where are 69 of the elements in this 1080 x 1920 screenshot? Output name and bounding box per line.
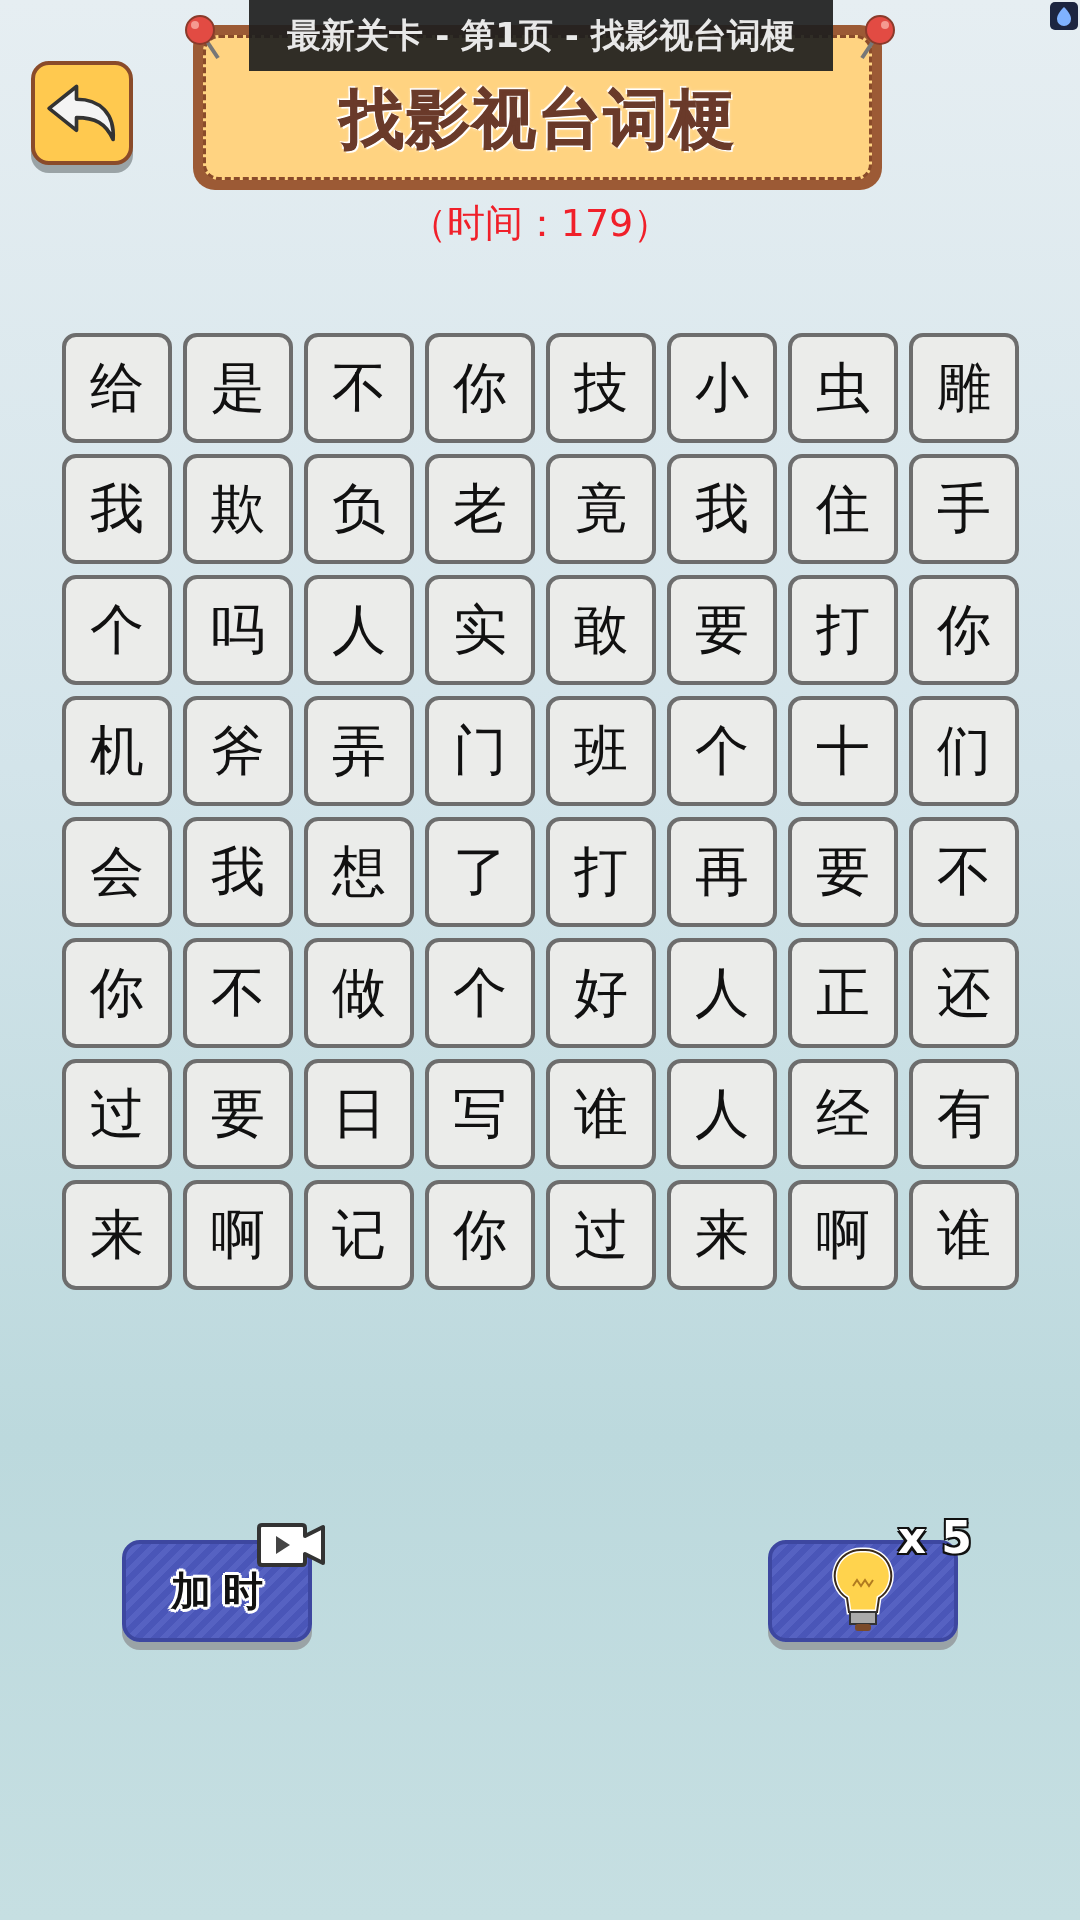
- character-tile[interactable]: 们: [908, 696, 1019, 806]
- character-tile[interactable]: 弄: [303, 696, 414, 806]
- character-tile[interactable]: 给: [61, 333, 172, 443]
- character-tile[interactable]: 雕: [908, 333, 1019, 443]
- character-tile[interactable]: 有: [908, 1059, 1019, 1169]
- character-tile[interactable]: 我: [182, 817, 293, 927]
- character-tile[interactable]: 吗: [182, 575, 293, 685]
- character-tile[interactable]: 还: [908, 938, 1019, 1048]
- character-tile[interactable]: 小: [666, 333, 777, 443]
- app-icon: [1050, 2, 1078, 30]
- character-tile[interactable]: 你: [908, 575, 1019, 685]
- character-tile[interactable]: 我: [61, 454, 172, 564]
- character-tile[interactable]: 谁: [545, 1059, 656, 1169]
- character-tile[interactable]: 手: [908, 454, 1019, 564]
- character-tile[interactable]: 你: [424, 333, 535, 443]
- character-tile[interactable]: 人: [303, 575, 414, 685]
- character-tile[interactable]: 班: [545, 696, 656, 806]
- character-tile[interactable]: 是: [182, 333, 293, 443]
- character-tile[interactable]: 不: [908, 817, 1019, 927]
- character-tile[interactable]: 个: [424, 938, 535, 1048]
- timer-text: （时间：179）: [408, 200, 672, 247]
- character-tile[interactable]: 记: [303, 1180, 414, 1290]
- character-tile[interactable]: 不: [303, 333, 414, 443]
- character-tile[interactable]: 会: [61, 817, 172, 927]
- character-tile[interactable]: 再: [666, 817, 777, 927]
- character-tile[interactable]: 你: [61, 938, 172, 1048]
- character-tile[interactable]: 个: [61, 575, 172, 685]
- character-tile[interactable]: 老: [424, 454, 535, 564]
- character-tile[interactable]: 斧: [182, 696, 293, 806]
- character-tile[interactable]: 来: [666, 1180, 777, 1290]
- character-tile[interactable]: 想: [303, 817, 414, 927]
- character-tile[interactable]: 欺: [182, 454, 293, 564]
- character-tile[interactable]: 了: [424, 817, 535, 927]
- character-tile[interactable]: 人: [666, 938, 777, 1048]
- character-tile[interactable]: 谁: [908, 1180, 1019, 1290]
- character-tile[interactable]: 好: [545, 938, 656, 1048]
- character-tile[interactable]: 我: [666, 454, 777, 564]
- character-tile[interactable]: 负: [303, 454, 414, 564]
- character-tile[interactable]: 个: [666, 696, 777, 806]
- level-title: 找影视台词梗: [339, 81, 736, 158]
- character-tile[interactable]: 正: [787, 938, 898, 1048]
- character-tile[interactable]: 打: [787, 575, 898, 685]
- character-tile[interactable]: 啊: [787, 1180, 898, 1290]
- character-tile[interactable]: 敢: [545, 575, 656, 685]
- character-tile[interactable]: 不: [182, 938, 293, 1048]
- character-tile[interactable]: 门: [424, 696, 535, 806]
- character-tile[interactable]: 你: [424, 1180, 535, 1290]
- video-camera-icon: [256, 1522, 328, 1568]
- character-tile[interactable]: 写: [424, 1059, 535, 1169]
- character-tile[interactable]: 十: [787, 696, 898, 806]
- character-tile[interactable]: 人: [666, 1059, 777, 1169]
- character-tile[interactable]: 打: [545, 817, 656, 927]
- character-tile[interactable]: 虫: [787, 333, 898, 443]
- character-tile[interactable]: 日: [303, 1059, 414, 1169]
- character-tile[interactable]: 过: [545, 1180, 656, 1290]
- character-tile[interactable]: 要: [666, 575, 777, 685]
- character-tile[interactable]: 过: [61, 1059, 172, 1169]
- character-tile[interactable]: 住: [787, 454, 898, 564]
- character-tile[interactable]: 经: [787, 1059, 898, 1169]
- page-banner: 最新关卡 - 第1页 - 找影视台词梗: [249, 0, 833, 71]
- character-tile[interactable]: 机: [61, 696, 172, 806]
- character-tile[interactable]: 要: [787, 817, 898, 927]
- character-tile[interactable]: 来: [61, 1180, 172, 1290]
- character-tile[interactable]: 做: [303, 938, 414, 1048]
- character-tile[interactable]: 竟: [545, 454, 656, 564]
- character-tile[interactable]: 啊: [182, 1180, 293, 1290]
- character-tile[interactable]: 要: [182, 1059, 293, 1169]
- character-tile[interactable]: 实: [424, 575, 535, 685]
- character-tile[interactable]: 技: [545, 333, 656, 443]
